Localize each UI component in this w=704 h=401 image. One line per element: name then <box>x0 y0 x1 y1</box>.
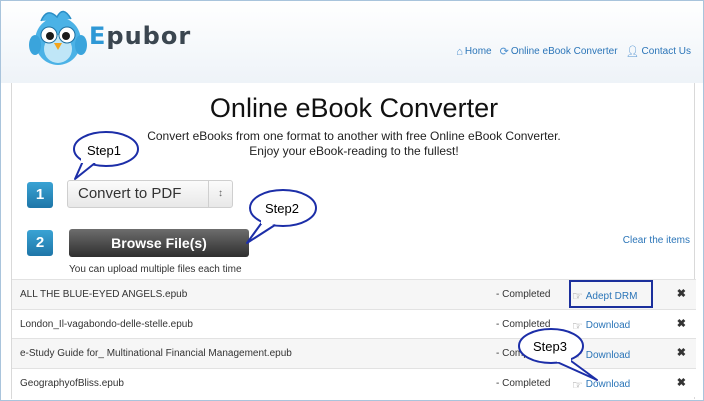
file-name: GeographyofBliss.epub <box>20 377 124 389</box>
format-select-value: Convert to PDF <box>78 185 182 202</box>
upload-note: You can upload multiple files each time <box>69 264 242 275</box>
nav-home-link[interactable]: ⌂ Home <box>456 45 491 58</box>
browse-files-button[interactable]: Browse File(s) <box>69 229 249 257</box>
remove-file-button[interactable]: ✖ <box>677 346 686 359</box>
select-arrow-icon: ↕ <box>208 181 232 207</box>
step1-callout-label: Step1 <box>87 143 121 158</box>
remove-file-button[interactable]: ✖ <box>677 287 686 300</box>
nav-converter-label: Online eBook Converter <box>510 46 618 57</box>
nav-converter-link[interactable]: ⟳ Online eBook Converter <box>500 45 618 58</box>
file-name: e-Study Guide for_ Multinational Financi… <box>20 348 292 359</box>
user-icon: 👤︎ <box>625 46 640 58</box>
brand-name: Epubor <box>89 22 191 50</box>
format-select[interactable]: Convert to PDF ↕ <box>67 180 233 208</box>
step-1-badge: 1 <box>27 182 53 208</box>
step3-callout-bubble <box>518 328 598 381</box>
file-status: - Completed <box>496 289 551 300</box>
adept-drm-highlight-box <box>569 280 653 308</box>
brand-rest: pubor <box>106 22 192 50</box>
step2-callout-bubble <box>246 189 317 244</box>
site-header: Epubor ⌂ Home ⟳ Online eBook Converter 👤︎ C… <box>1 1 703 83</box>
remove-file-button[interactable]: ✖ <box>677 317 686 330</box>
nav-contact-label: Contact Us <box>641 46 691 57</box>
nav-home-label: Home <box>464 46 492 57</box>
home-icon: ⌂ <box>456 45 463 58</box>
remove-file-button[interactable]: ✖ <box>677 376 686 389</box>
step-2-badge: 2 <box>27 230 53 256</box>
nav-contact-link[interactable]: 👤︎ Contact Us <box>626 45 691 58</box>
top-nav: ⌂ Home ⟳ Online eBook Converter 👤︎ Contact … <box>456 45 691 59</box>
step2-callout-label: Step2 <box>265 201 299 216</box>
brand-initial: E <box>89 22 107 50</box>
bird-logo-icon <box>29 10 87 65</box>
file-name: London_Il-vagabondo-delle-stelle.epub <box>20 318 193 330</box>
step3-callout-label: Step3 <box>533 339 567 354</box>
refresh-icon: ⟳ <box>499 46 509 58</box>
page-title: Online eBook Converter <box>209 93 499 123</box>
clear-items-link[interactable]: Clear the items <box>623 235 690 246</box>
file-name: ALL THE BLUE-EYED ANGELS.epub <box>20 289 188 300</box>
